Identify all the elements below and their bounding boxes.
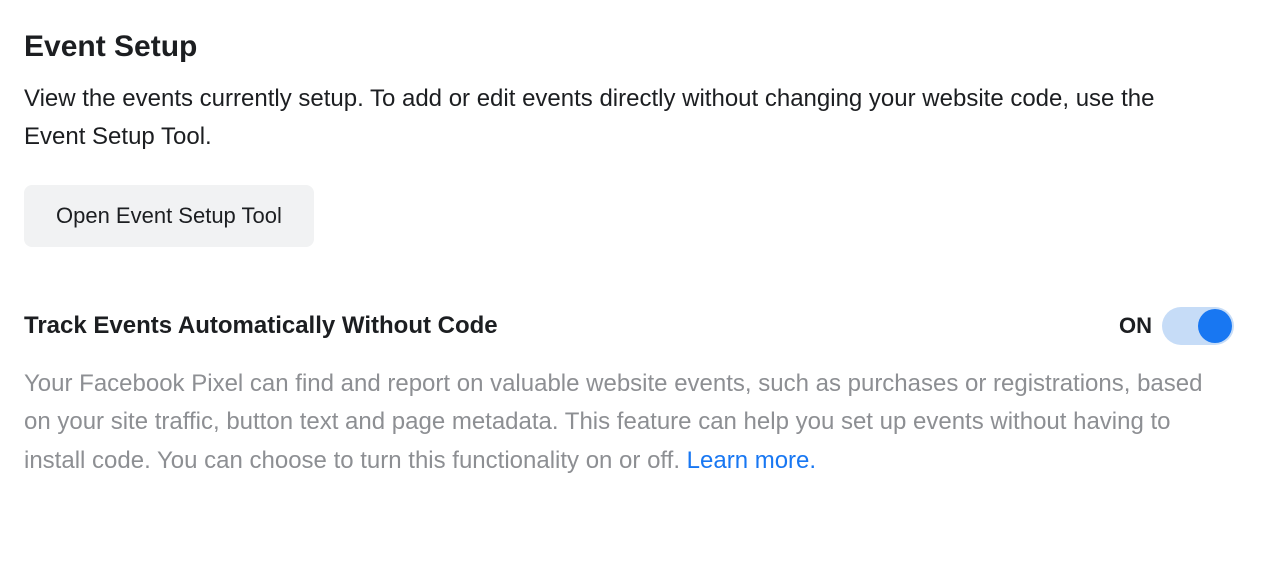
period: .: [809, 447, 816, 474]
event-setup-description: View the events currently setup. To add …: [24, 80, 1204, 157]
toggle-knob: [1198, 309, 1232, 343]
track-events-toggle[interactable]: [1162, 307, 1234, 345]
track-events-description: Your Facebook Pixel can find and report …: [24, 365, 1234, 480]
toggle-state-label: ON: [1119, 313, 1152, 339]
track-events-toggle-row: Track Events Automatically Without Code …: [24, 307, 1234, 345]
toggle-controls: ON: [1119, 307, 1234, 345]
open-event-setup-tool-button[interactable]: Open Event Setup Tool: [24, 185, 314, 247]
learn-more-link[interactable]: Learn more: [687, 447, 810, 474]
track-events-description-text: Your Facebook Pixel can find and report …: [24, 370, 1202, 474]
event-setup-title: Event Setup: [24, 30, 1250, 64]
track-events-title: Track Events Automatically Without Code: [24, 312, 498, 340]
